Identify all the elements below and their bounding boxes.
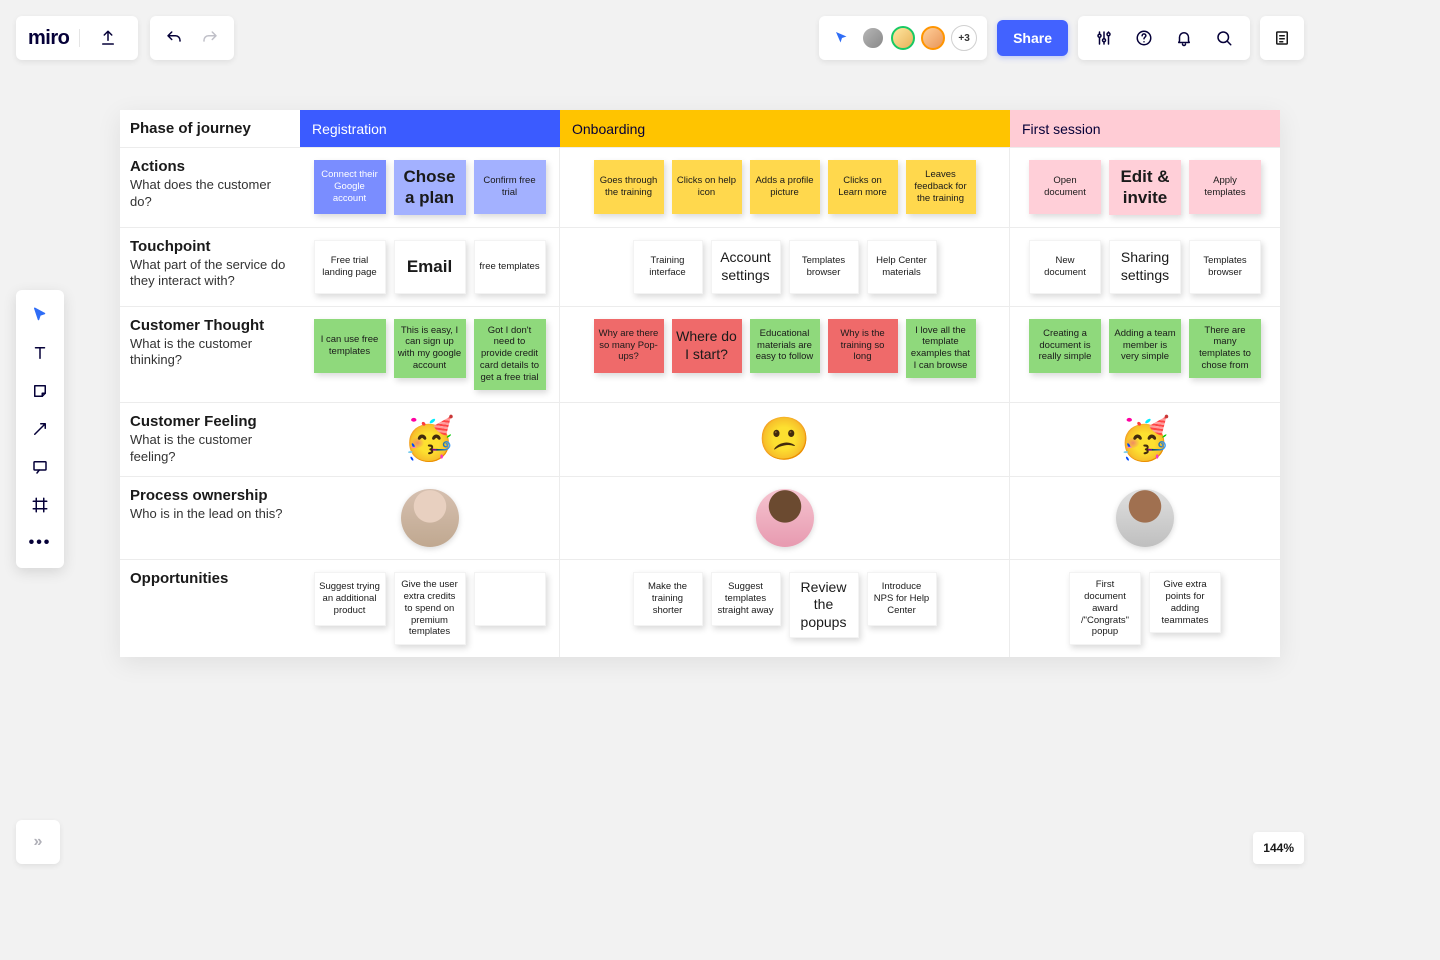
right-toolbar — [1078, 16, 1250, 60]
sticky-note[interactable]: Adds a profile picture — [750, 160, 820, 214]
sticky-tool-icon[interactable] — [16, 372, 64, 410]
miro-logo: miro — [28, 27, 69, 50]
sticky-note[interactable]: Introduce NPS for Help Center — [867, 572, 937, 626]
phase-header-label: Phase of journey — [130, 120, 290, 137]
sticky-note[interactable]: Make the training shorter — [633, 572, 703, 626]
sticky-note[interactable]: Chose a plan — [394, 160, 466, 215]
sticky-note[interactable]: Training interface — [633, 240, 703, 294]
feeling-emoji[interactable]: 😕 — [568, 415, 1001, 464]
owner-avatar[interactable] — [756, 489, 814, 547]
avatar[interactable] — [861, 26, 885, 50]
sticky-note[interactable]: Account settings — [711, 240, 781, 294]
phase-registration[interactable]: Registration — [300, 110, 560, 147]
collaborators: +3 — [819, 16, 987, 60]
sticky-note[interactable]: Clicks on help icon — [672, 160, 742, 214]
settings-icon[interactable] — [1084, 16, 1124, 60]
sticky-note[interactable]: This is easy, I can sign up with my goog… — [394, 319, 466, 379]
sticky-note[interactable]: Adding a team member is very simple — [1109, 319, 1181, 373]
phase-onboarding[interactable]: Onboarding — [560, 110, 1010, 147]
sticky-note[interactable]: Connect their Google account — [314, 160, 386, 214]
sticky-note[interactable]: There are many templates to chose from — [1189, 319, 1261, 379]
sticky-note[interactable]: Leaves feedback for the training — [906, 160, 976, 214]
sticky-note[interactable]: Why are there so many Pop-ups? — [594, 319, 664, 373]
bell-icon[interactable] — [1164, 16, 1204, 60]
sticky-note[interactable]: Creating a document is really simple — [1029, 319, 1101, 373]
sticky-note[interactable]: Give the user extra credits to spend on … — [394, 572, 466, 645]
sticky-note[interactable]: Suggest trying an additional product — [314, 572, 386, 626]
text-tool-icon[interactable] — [16, 334, 64, 372]
row-actions: Actions What does the customer do? Conne… — [120, 148, 1280, 228]
phase-first-session[interactable]: First session — [1010, 110, 1280, 147]
sticky-note[interactable]: Sharing settings — [1109, 240, 1181, 294]
sticky-note[interactable]: Review the popups — [789, 572, 859, 639]
sticky-note[interactable]: I love all the template examples that I … — [906, 319, 976, 379]
sticky-note[interactable]: Templates browser — [1189, 240, 1261, 294]
expand-minimap-icon[interactable]: » — [16, 820, 60, 864]
more-avatars[interactable]: +3 — [951, 25, 977, 51]
avatar[interactable] — [891, 26, 915, 50]
sticky-note[interactable]: Got I don't need to provide credit card … — [474, 319, 546, 390]
sticky-note[interactable]: First document award /"Congrats" popup — [1069, 572, 1141, 645]
board-menu[interactable]: miro — [16, 16, 138, 60]
row-ownership: Process ownership Who is in the lead on … — [120, 477, 1280, 560]
row-opportunities: Opportunities Suggest trying an addition… — [120, 560, 1280, 657]
journey-map[interactable]: Phase of journey Registration Onboarding… — [120, 110, 1280, 657]
tool-palette: ••• — [16, 290, 64, 568]
sticky-note[interactable]: Email — [394, 240, 466, 294]
sticky-note[interactable] — [474, 572, 546, 626]
search-icon[interactable] — [1204, 16, 1244, 60]
comment-tool-icon[interactable] — [16, 448, 64, 486]
owner-avatar[interactable] — [1116, 489, 1174, 547]
select-tool-icon[interactable] — [16, 296, 64, 334]
more-tools-icon[interactable]: ••• — [16, 524, 64, 562]
sticky-note[interactable]: Goes through the training — [594, 160, 664, 214]
row-feeling: Customer Feeling What is the customer fe… — [120, 403, 1280, 477]
share-button[interactable]: Share — [997, 20, 1068, 56]
frame-tool-icon[interactable] — [16, 486, 64, 524]
sticky-note[interactable]: Clicks on Learn more — [828, 160, 898, 214]
zoom-level[interactable]: 144% — [1253, 832, 1304, 864]
sticky-note[interactable]: New document — [1029, 240, 1101, 294]
undo-icon[interactable] — [156, 16, 192, 60]
undo-redo-group — [150, 16, 234, 60]
sticky-note[interactable]: Suggest templates straight away — [711, 572, 781, 626]
arrow-tool-icon[interactable] — [16, 410, 64, 448]
redo-icon[interactable] — [192, 16, 228, 60]
sticky-note[interactable]: Educational materials are easy to follow — [750, 319, 820, 373]
avatar[interactable] — [921, 26, 945, 50]
sticky-note[interactable]: Apply templates — [1189, 160, 1261, 214]
sticky-note[interactable]: I can use free templates — [314, 319, 386, 373]
sticky-note[interactable]: Where do I start? — [672, 319, 742, 373]
feeling-emoji[interactable]: 🥳 — [1018, 415, 1272, 464]
sticky-note[interactable]: Give extra points for adding teammates — [1149, 572, 1221, 634]
sticky-note[interactable]: Confirm free trial — [474, 160, 546, 214]
sticky-note[interactable]: Help Center materials — [867, 240, 937, 294]
help-icon[interactable] — [1124, 16, 1164, 60]
sticky-note[interactable]: Edit & invite — [1109, 160, 1181, 215]
row-touchpoint: Touchpoint What part of the service do t… — [120, 228, 1280, 307]
sticky-note[interactable]: free templates — [474, 240, 546, 294]
facilitation-cursor-icon[interactable] — [829, 29, 855, 47]
sticky-note[interactable]: Open document — [1029, 160, 1101, 214]
feeling-emoji[interactable]: 🥳 — [308, 415, 551, 464]
export-icon[interactable] — [90, 16, 126, 60]
sticky-note[interactable]: Templates browser — [789, 240, 859, 294]
row-thought: Customer Thought What is the customer th… — [120, 307, 1280, 403]
sticky-note[interactable]: Free trial landing page — [314, 240, 386, 294]
sticky-note[interactable]: Why is the training so long — [828, 319, 898, 373]
notes-panel-icon[interactable] — [1260, 16, 1304, 60]
owner-avatar[interactable] — [401, 489, 459, 547]
